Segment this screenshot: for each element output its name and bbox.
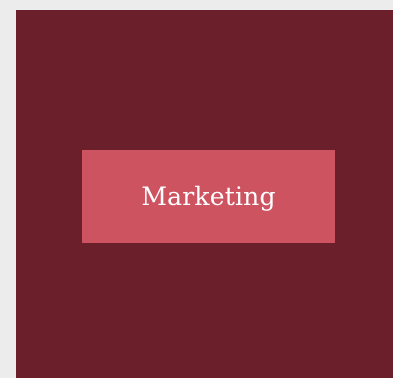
marketing-button-label: Marketing <box>141 182 276 211</box>
marketing-button[interactable]: Marketing <box>82 150 335 243</box>
main-panel: Marketing <box>16 10 393 378</box>
